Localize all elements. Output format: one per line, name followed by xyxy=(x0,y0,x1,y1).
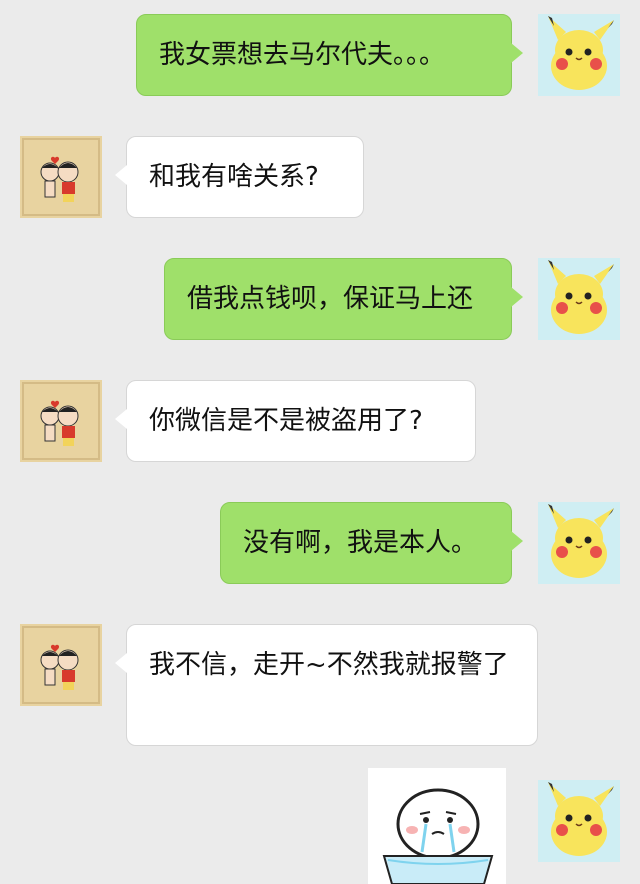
shin-chan-icon xyxy=(20,380,102,462)
pikachu-avatar[interactable] xyxy=(538,14,620,96)
pikachu-icon xyxy=(538,258,620,340)
message-text: 你微信是不是被盗用了? xyxy=(149,406,423,436)
shin-chan-avatar[interactable] xyxy=(20,380,102,462)
message-text: 没有啊，我是本人。 xyxy=(243,528,478,558)
crying-face-sticker[interactable] xyxy=(368,768,506,884)
shin-chan-icon xyxy=(20,624,102,706)
pikachu-icon xyxy=(538,14,620,96)
pikachu-avatar[interactable] xyxy=(538,780,620,862)
message-text: 借我点钱呗，保证马上还 xyxy=(187,284,474,314)
message-text: 我女票想去马尔代夫。。。 xyxy=(159,40,446,70)
shin-chan-avatar[interactable] xyxy=(20,624,102,706)
message-bubble-outgoing[interactable]: 没有啊，我是本人。 xyxy=(220,502,523,584)
pikachu-avatar[interactable] xyxy=(538,258,620,340)
message-text: 我不信，走开~不然我就报警了 xyxy=(149,650,509,680)
message-bubble-incoming[interactable]: 你微信是不是被盗用了? xyxy=(115,380,476,462)
shin-chan-icon xyxy=(20,136,102,218)
chat-window: 我女票想去马尔代夫。。。 和我有啥关系? 借我点钱呗，保证马上还 你微信是不是被… xyxy=(0,0,640,884)
shin-chan-avatar[interactable] xyxy=(20,136,102,218)
pikachu-avatar[interactable] xyxy=(538,502,620,584)
message-bubble-incoming[interactable]: 我不信，走开~不然我就报警了 xyxy=(115,624,538,746)
message-bubble-outgoing[interactable]: 我女票想去马尔代夫。。。 xyxy=(136,14,523,96)
crying-face-icon xyxy=(368,768,506,884)
message-bubble-incoming[interactable]: 和我有啥关系? xyxy=(115,136,364,218)
pikachu-icon xyxy=(538,780,620,862)
message-text: 和我有啥关系? xyxy=(149,162,319,192)
pikachu-icon xyxy=(538,502,620,584)
message-bubble-outgoing[interactable]: 借我点钱呗，保证马上还 xyxy=(164,258,523,340)
